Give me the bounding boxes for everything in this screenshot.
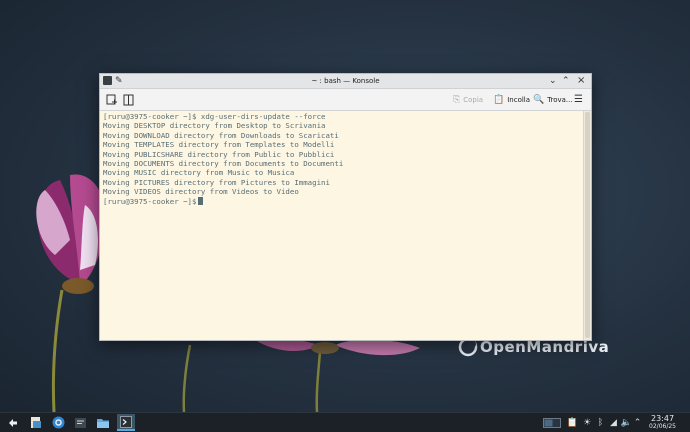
close-icon[interactable]: × [577, 74, 585, 88]
copy-button[interactable]: ⎘ Copia [453, 92, 483, 107]
terminal-prompt-line: [ruru@3975-cooker ~]$ [103, 196, 343, 206]
clock-date: 02/06/25 [649, 423, 676, 430]
copy-icon: ⎘ [453, 94, 461, 105]
new-tab-button[interactable] [106, 92, 117, 107]
konsole-task-icon[interactable] [117, 414, 135, 431]
bluetooth-icon[interactable]: ᛒ [595, 413, 606, 432]
terminal-output: [ruru@3975-cooker ~]$ xdg-user-dirs-upda… [103, 112, 343, 206]
terminal-line: Moving DOCUMENTS directory from Document… [103, 158, 344, 168]
clock-time: 23:47 [650, 414, 675, 423]
terminal-line: [ruru@3975-cooker ~]$ xdg-user-dirs-upda… [103, 112, 326, 121]
brightness-icon[interactable]: ☀ [581, 413, 593, 432]
maximize-icon[interactable]: ⌃ [562, 74, 570, 88]
pager-icon[interactable] [542, 413, 562, 432]
find-button[interactable]: 🔍 Trova... [533, 92, 573, 107]
terminal-prompt: [ruru@3975-cooker ~]$ [103, 196, 197, 206]
terminal-line: Moving DOWNLOAD directory from Downloads… [103, 130, 339, 140]
clipboard-icon[interactable]: 📋 [567, 413, 578, 432]
terminal-line: Moving PUBLICSHARE directory from Public… [103, 149, 335, 159]
file-manager-icon[interactable] [94, 414, 112, 431]
new-tab-icon [106, 94, 117, 104]
terminal-cursor [198, 196, 203, 205]
menu-button[interactable]: ☰ [574, 92, 583, 107]
split-view-icon [123, 94, 134, 105]
terminal-line: Moving VIDEOS directory from Videos to V… [103, 187, 299, 197]
konsole-toolbar: ⎘ Copia 📋 Incolla 🔍 Trova... ☰ [100, 89, 591, 111]
scrollbar-thumb[interactable] [585, 112, 590, 338]
expand-tray-icon[interactable]: ⌃ [633, 413, 642, 432]
paste-button[interactable]: 📋 Incolla [493, 92, 530, 107]
find-label: Trova... [547, 95, 573, 104]
paste-label: Incolla [507, 95, 531, 104]
search-icon: 🔍 [533, 94, 545, 105]
window-title: ~ : bash — Konsole [311, 77, 380, 85]
terminal-line: Moving PICTURES directory from Pictures … [103, 177, 330, 187]
browser-icon[interactable] [49, 414, 67, 431]
window-titlebar[interactable]: ✎ ~ : bash — Konsole ⌄ ⌃ × [100, 74, 591, 89]
terminal-scrollbar[interactable] [583, 111, 591, 340]
volume-icon[interactable]: 🔈 [621, 413, 632, 432]
paste-icon: 📋 [493, 94, 505, 105]
minimize-icon[interactable]: ⌄ [549, 74, 557, 88]
taskbar: 📋 ☀ ᛒ ◢ 🔈 ⌃ 23:47 02/06/25 [0, 412, 690, 432]
network-icon[interactable]: ◢ [608, 413, 619, 432]
terminal-line: Moving MUSIC directory from Music to Mus… [103, 168, 295, 178]
terminal-line: Moving TEMPLATES directory from Template… [103, 140, 335, 150]
clock[interactable]: 23:47 02/06/25 [649, 414, 676, 430]
show-desktop-icon[interactable] [27, 414, 45, 431]
split-view-button[interactable] [123, 92, 134, 107]
copy-label: Copia [463, 95, 484, 104]
konsole-window[interactable]: ✎ ~ : bash — Konsole ⌄ ⌃ × ⎘ Copia 📋 Inc… [99, 73, 592, 341]
application-launcher-icon[interactable] [4, 414, 22, 431]
system-settings-icon[interactable] [71, 414, 89, 431]
hamburger-menu-icon: ☰ [574, 94, 583, 105]
terminal-line: Moving DESKTOP directory from Desktop to… [103, 121, 326, 131]
